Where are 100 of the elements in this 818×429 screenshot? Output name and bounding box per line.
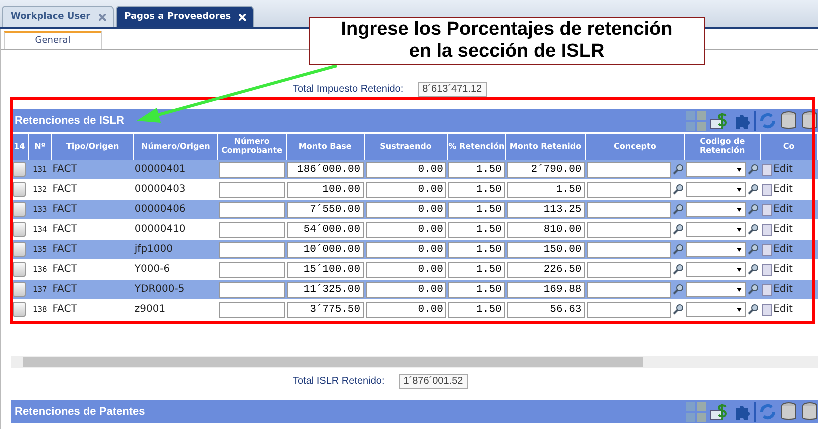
search-icon[interactable] xyxy=(672,204,684,215)
search-icon[interactable] xyxy=(748,284,759,295)
caret-icon[interactable] xyxy=(736,188,742,192)
input-field[interactable] xyxy=(586,282,671,298)
search-icon[interactable] xyxy=(748,304,759,315)
edit-link[interactable]: Edit xyxy=(774,264,793,275)
input-field[interactable]: 1.50 xyxy=(448,302,505,318)
input-field[interactable]: 0.00 xyxy=(366,282,446,298)
tab[interactable]: Workplace User xyxy=(2,6,114,27)
input-field[interactable]: 100.00 xyxy=(287,182,364,198)
input-field[interactable] xyxy=(218,302,286,318)
document-icon[interactable] xyxy=(762,224,772,236)
search-icon[interactable] xyxy=(748,164,759,175)
input-field[interactable]: 10´000.00 xyxy=(287,242,364,258)
input-field[interactable]: 7´550.00 xyxy=(287,202,364,218)
caret-icon[interactable] xyxy=(736,288,742,292)
edit-link[interactable]: Edit xyxy=(774,204,793,215)
caret-icon[interactable] xyxy=(736,268,742,272)
input-field[interactable]: 15´100.00 xyxy=(287,262,364,278)
input-field[interactable] xyxy=(586,162,671,178)
input-field[interactable]: 810.00 xyxy=(506,222,585,238)
scrollbar[interactable] xyxy=(11,356,818,368)
search-icon[interactable] xyxy=(672,264,684,275)
edit-link[interactable]: Edit xyxy=(774,304,793,315)
input-field[interactable]: 1.50 xyxy=(506,182,585,198)
search-icon[interactable] xyxy=(748,244,759,255)
caret-icon[interactable] xyxy=(736,228,742,232)
row-checkbox[interactable] xyxy=(13,262,26,277)
money-icon[interactable] xyxy=(710,402,730,422)
edit-link[interactable]: Edit xyxy=(774,184,793,195)
input-field[interactable] xyxy=(218,162,286,178)
input-field[interactable]: 226.50 xyxy=(506,262,585,278)
input-field[interactable]: 150.00 xyxy=(506,242,585,258)
edit-link[interactable]: Edit xyxy=(774,284,793,295)
input-field[interactable]: 2´790.00 xyxy=(506,162,585,178)
input-field[interactable] xyxy=(218,222,286,238)
input-field[interactable] xyxy=(586,202,671,218)
document-icon[interactable] xyxy=(762,264,772,276)
search-icon[interactable] xyxy=(748,264,759,275)
input-field[interactable]: 1.50 xyxy=(448,282,505,298)
search-icon[interactable] xyxy=(748,184,759,195)
search-icon[interactable] xyxy=(672,244,684,255)
database-icon[interactable] xyxy=(780,110,798,130)
input-field[interactable] xyxy=(218,202,286,218)
database-icon[interactable] xyxy=(780,402,798,422)
edit-link[interactable]: Edit xyxy=(774,164,793,175)
input-field[interactable]: 0.00 xyxy=(366,242,446,258)
row-checkbox[interactable] xyxy=(13,182,26,197)
input-field[interactable] xyxy=(586,262,671,278)
row-checkbox[interactable] xyxy=(13,162,26,177)
search-icon[interactable] xyxy=(672,224,684,235)
row-checkbox[interactable] xyxy=(13,242,26,257)
row-checkbox[interactable] xyxy=(13,222,26,237)
document-icon[interactable] xyxy=(762,184,772,196)
search-icon[interactable] xyxy=(672,304,684,315)
input-field[interactable]: 1.50 xyxy=(448,222,505,238)
caret-icon[interactable] xyxy=(736,208,742,212)
input-field[interactable] xyxy=(218,182,286,198)
input-field[interactable] xyxy=(586,182,671,198)
search-icon[interactable] xyxy=(748,224,759,235)
row-checkbox[interactable] xyxy=(13,282,26,297)
input-field[interactable] xyxy=(218,262,286,278)
input-field[interactable]: 54´000.00 xyxy=(287,222,364,238)
caret-icon[interactable] xyxy=(736,168,742,172)
search-icon[interactable] xyxy=(672,164,684,175)
input-field[interactable]: 0.00 xyxy=(366,162,446,178)
row-checkbox[interactable] xyxy=(13,302,26,317)
input-field[interactable] xyxy=(218,282,286,298)
document-icon[interactable] xyxy=(762,164,772,176)
document-icon[interactable] xyxy=(762,204,772,216)
tab[interactable]: Pagos a Proveedores xyxy=(116,6,254,27)
search-icon[interactable] xyxy=(672,284,684,295)
input-field[interactable]: 1.50 xyxy=(448,182,505,198)
input-field[interactable]: 113.25 xyxy=(506,202,585,218)
row-checkbox[interactable] xyxy=(13,202,26,217)
document-icon[interactable] xyxy=(762,284,772,296)
input-field[interactable]: 0.00 xyxy=(366,262,446,278)
input-field[interactable] xyxy=(586,302,671,318)
input-field[interactable]: 0.00 xyxy=(366,302,446,318)
input-field[interactable]: 169.88 xyxy=(506,282,585,298)
input-field[interactable]: 1.50 xyxy=(448,162,505,178)
input-field[interactable]: 0.00 xyxy=(366,182,446,198)
input-field[interactable]: 56.63 xyxy=(506,302,585,318)
input-field[interactable]: 1.50 xyxy=(448,242,505,258)
money-icon[interactable] xyxy=(710,110,730,130)
input-field[interactable]: 186´000.00 xyxy=(287,162,364,178)
input-field[interactable] xyxy=(218,242,286,258)
input-field[interactable]: 3´775.50 xyxy=(287,302,364,318)
caret-icon[interactable] xyxy=(736,308,742,312)
input-field[interactable] xyxy=(586,222,671,238)
document-icon[interactable] xyxy=(762,244,772,256)
input-field[interactable]: 11´325.00 xyxy=(287,282,364,298)
database-icon[interactable] xyxy=(801,402,818,422)
input-field[interactable]: 1.50 xyxy=(448,202,505,218)
scrollbar-thumb[interactable] xyxy=(23,357,643,367)
caret-icon[interactable] xyxy=(736,248,742,252)
search-icon[interactable] xyxy=(672,184,684,195)
input-field[interactable]: 0.00 xyxy=(366,222,446,238)
input-field[interactable]: 0.00 xyxy=(366,202,446,218)
edit-link[interactable]: Edit xyxy=(774,224,793,235)
